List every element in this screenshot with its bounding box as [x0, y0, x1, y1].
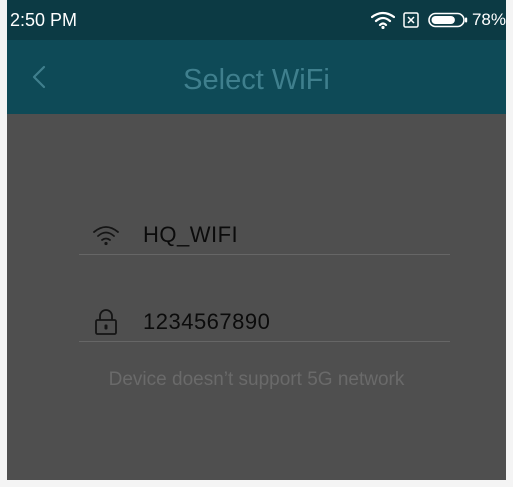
wifi-icon — [370, 11, 395, 29]
wifi-icon — [93, 226, 119, 246]
status-time: 2:50 PM — [10, 10, 78, 30]
sim-x-icon — [403, 12, 419, 28]
status-bar: 2:50 PM 78% — [7, 0, 506, 40]
lock-icon — [95, 309, 117, 335]
notice-text: Device doesn’t support 5G network — [108, 369, 405, 390]
ssid-field[interactable]: HQ_WIFI — [79, 214, 450, 255]
battery-percent: 78% — [471, 10, 506, 29]
status-icons: 78% — [370, 9, 506, 31]
battery-icon — [428, 12, 468, 28]
password-field[interactable]: 1234567890 — [79, 301, 450, 342]
wifi-form: HQ_WIFI 1234567890 Device doesn’t suppor… — [7, 114, 506, 480]
app-bar: Select WiFi — [7, 40, 506, 114]
ssid-value: HQ_WIFI — [143, 222, 239, 247]
page-title: Select WiFi — [183, 64, 330, 96]
password-value: 1234567890 — [143, 309, 271, 334]
